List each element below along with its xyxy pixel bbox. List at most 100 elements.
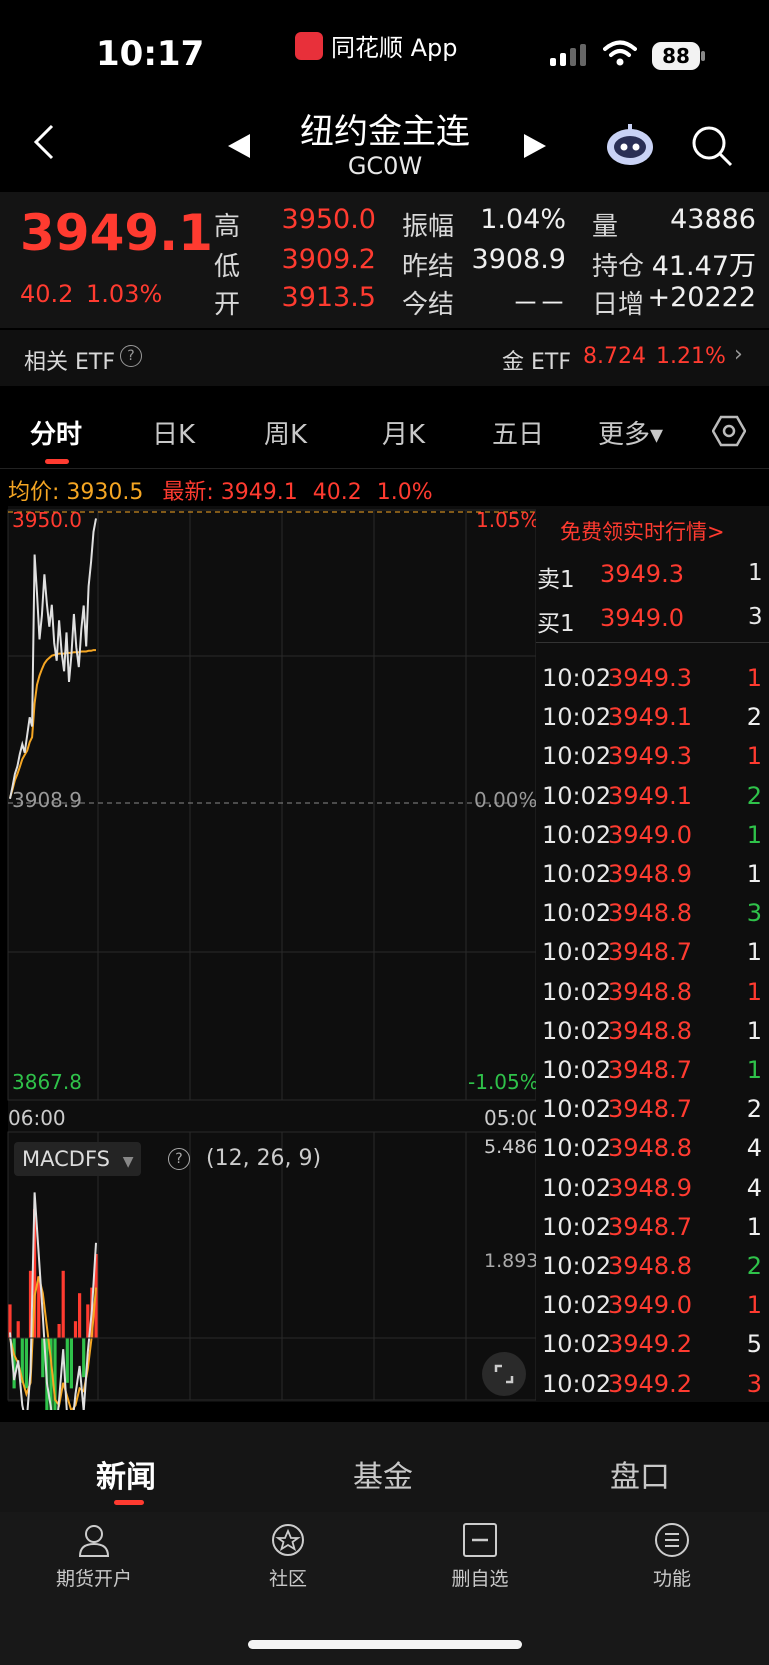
macd-histogram-bar bbox=[24, 1338, 28, 1389]
quote-value: 3913.5 bbox=[281, 282, 376, 313]
settings-hexagon-icon[interactable] bbox=[712, 414, 746, 448]
trade-volume: 3 bbox=[746, 1369, 762, 1398]
quote-value: 3908.9 bbox=[471, 244, 566, 275]
divider bbox=[536, 642, 769, 643]
related-etf-row[interactable] bbox=[0, 330, 769, 386]
x-axis-end: 05:00 bbox=[484, 1106, 542, 1130]
trade-price: 3948.8 bbox=[608, 977, 692, 1006]
chevron-down-icon: ▼ bbox=[122, 1154, 134, 1170]
quote-value: 43886 bbox=[670, 204, 756, 235]
trade-volume: 1 bbox=[746, 938, 762, 967]
free-realtime-link[interactable]: 免费领实时行情> bbox=[560, 516, 725, 546]
trade-volume: 5 bbox=[746, 1330, 762, 1359]
trade-price: 3948.7 bbox=[608, 938, 692, 967]
nav-label: 社区 bbox=[268, 1568, 307, 1590]
quote-value: 1.04% bbox=[480, 204, 566, 235]
trade-time: 10:02 bbox=[542, 1056, 612, 1084]
home-indicator[interactable] bbox=[248, 1640, 522, 1649]
trade-price: 3948.8 bbox=[608, 899, 692, 928]
nav-community[interactable]: 社区 bbox=[228, 1520, 348, 1591]
trade-volume: 2 bbox=[746, 1095, 762, 1124]
etf-name: 金 ETF bbox=[502, 350, 571, 375]
tab-news[interactable]: 新闻 bbox=[96, 1452, 156, 1496]
macd-histogram-bar bbox=[78, 1293, 82, 1338]
tab-daily-k[interactable]: 日K bbox=[152, 414, 195, 451]
trade-time: 10:02 bbox=[542, 1134, 612, 1163]
next-contract-icon[interactable] bbox=[524, 134, 546, 158]
quote-value: 3909.2 bbox=[281, 244, 376, 275]
tab-fund[interactable]: 基金 bbox=[353, 1452, 413, 1496]
wifi-icon bbox=[603, 40, 637, 66]
price-change-pct: 1.03% bbox=[86, 280, 163, 308]
trade-time: 10:02 bbox=[542, 860, 612, 888]
macd-y-mid: 1.893 bbox=[484, 1250, 539, 1272]
macd-histogram-bar bbox=[65, 1338, 69, 1383]
help-icon[interactable]: ? bbox=[120, 345, 142, 367]
trade-time: 10:02 bbox=[542, 1369, 612, 1398]
prev-contract-icon[interactable] bbox=[228, 134, 250, 158]
trade-volume: 1 bbox=[746, 1291, 762, 1320]
indicator-params: (12, 26, 9) bbox=[206, 1146, 322, 1171]
page-title: 纽约金主连 bbox=[300, 112, 470, 152]
trade-price: 3948.8 bbox=[608, 1252, 692, 1280]
nav-account-open[interactable]: 期货开户 bbox=[34, 1520, 154, 1591]
tab-more[interactable]: 更多▾ bbox=[598, 414, 663, 451]
active-tab-indicator bbox=[45, 459, 69, 464]
trade-row: 10:02 3948.9 1 bbox=[542, 860, 762, 894]
quote-label: 振幅 bbox=[402, 212, 455, 242]
bid-volume: 3 bbox=[748, 604, 763, 630]
trade-volume: 1 bbox=[746, 1016, 762, 1045]
macd-histogram-bar bbox=[57, 1324, 61, 1338]
tab-intraday[interactable]: 分时 bbox=[30, 414, 82, 451]
tab-orderbook[interactable]: 盘口 bbox=[610, 1452, 670, 1496]
nav-functions[interactable]: 功能 bbox=[612, 1520, 732, 1591]
pct-axis-high: 1.05% bbox=[476, 508, 540, 532]
y-axis-low: 3867.8 bbox=[12, 1070, 82, 1094]
menu-icon bbox=[655, 1523, 689, 1557]
trade-price: 3949.1 bbox=[608, 781, 692, 810]
trade-row: 10:02 3949.3 1 bbox=[542, 742, 762, 776]
nav-remove-watchlist[interactable]: 删自选 bbox=[420, 1520, 540, 1591]
quote-label: 高 bbox=[214, 212, 241, 242]
macd-histogram-bar bbox=[69, 1338, 73, 1389]
chevron-right-icon[interactable]: › bbox=[734, 342, 743, 367]
tab-weekly-k[interactable]: 周K bbox=[264, 414, 307, 451]
search-icon[interactable] bbox=[690, 124, 734, 168]
help-icon[interactable]: ? bbox=[168, 1148, 190, 1170]
trade-volume: 1 bbox=[746, 820, 762, 849]
app-name: 同花顺 App bbox=[331, 34, 458, 62]
quote-label: 昨结 bbox=[402, 252, 455, 282]
trade-time: 10:02 bbox=[542, 1173, 612, 1202]
avg-price-line bbox=[9, 649, 96, 799]
tab-monthly-k[interactable]: 月K bbox=[382, 414, 425, 451]
trade-row: 10:02 3949.2 3 bbox=[542, 1370, 762, 1404]
quote-label: 开 bbox=[214, 290, 241, 320]
trade-row: 10:02 3949.3 1 bbox=[542, 664, 762, 698]
divider bbox=[0, 468, 769, 469]
trade-volume: 1 bbox=[746, 664, 762, 692]
last-price: 3949.1 bbox=[20, 204, 213, 262]
trade-time: 10:02 bbox=[542, 1095, 612, 1124]
trade-time: 10:02 bbox=[542, 977, 612, 1006]
battery-nub bbox=[701, 51, 705, 61]
community-icon bbox=[272, 1524, 304, 1556]
back-icon[interactable] bbox=[30, 122, 58, 162]
macd-y-top: 5.486 bbox=[484, 1136, 539, 1158]
trade-price: 3948.9 bbox=[608, 860, 692, 888]
nav-label: 删自选 bbox=[451, 1568, 509, 1590]
ai-assistant-icon[interactable] bbox=[605, 122, 655, 168]
tab-five-day[interactable]: 五日 bbox=[492, 414, 544, 451]
intraday-chart[interactable] bbox=[0, 500, 540, 1410]
indicator-name: MACDFS bbox=[22, 1147, 110, 1171]
fullscreen-icon[interactable] bbox=[482, 1352, 526, 1396]
trade-row: 10:02 3948.8 3 bbox=[542, 899, 762, 933]
remove-watchlist-icon bbox=[463, 1523, 497, 1557]
trade-row: 10:02 3948.7 1 bbox=[542, 938, 762, 972]
trade-row: 10:02 3948.7 1 bbox=[542, 1213, 762, 1247]
trade-time: 10:02 bbox=[542, 1291, 612, 1320]
quote-value: 3950.0 bbox=[281, 204, 376, 235]
app-indicator[interactable]: 同花顺 App bbox=[295, 28, 458, 63]
status-time: 10:17 bbox=[96, 34, 205, 74]
ask-price: 3949.3 bbox=[600, 560, 684, 588]
indicator-selector[interactable]: MACDFS ▼ bbox=[14, 1142, 142, 1176]
